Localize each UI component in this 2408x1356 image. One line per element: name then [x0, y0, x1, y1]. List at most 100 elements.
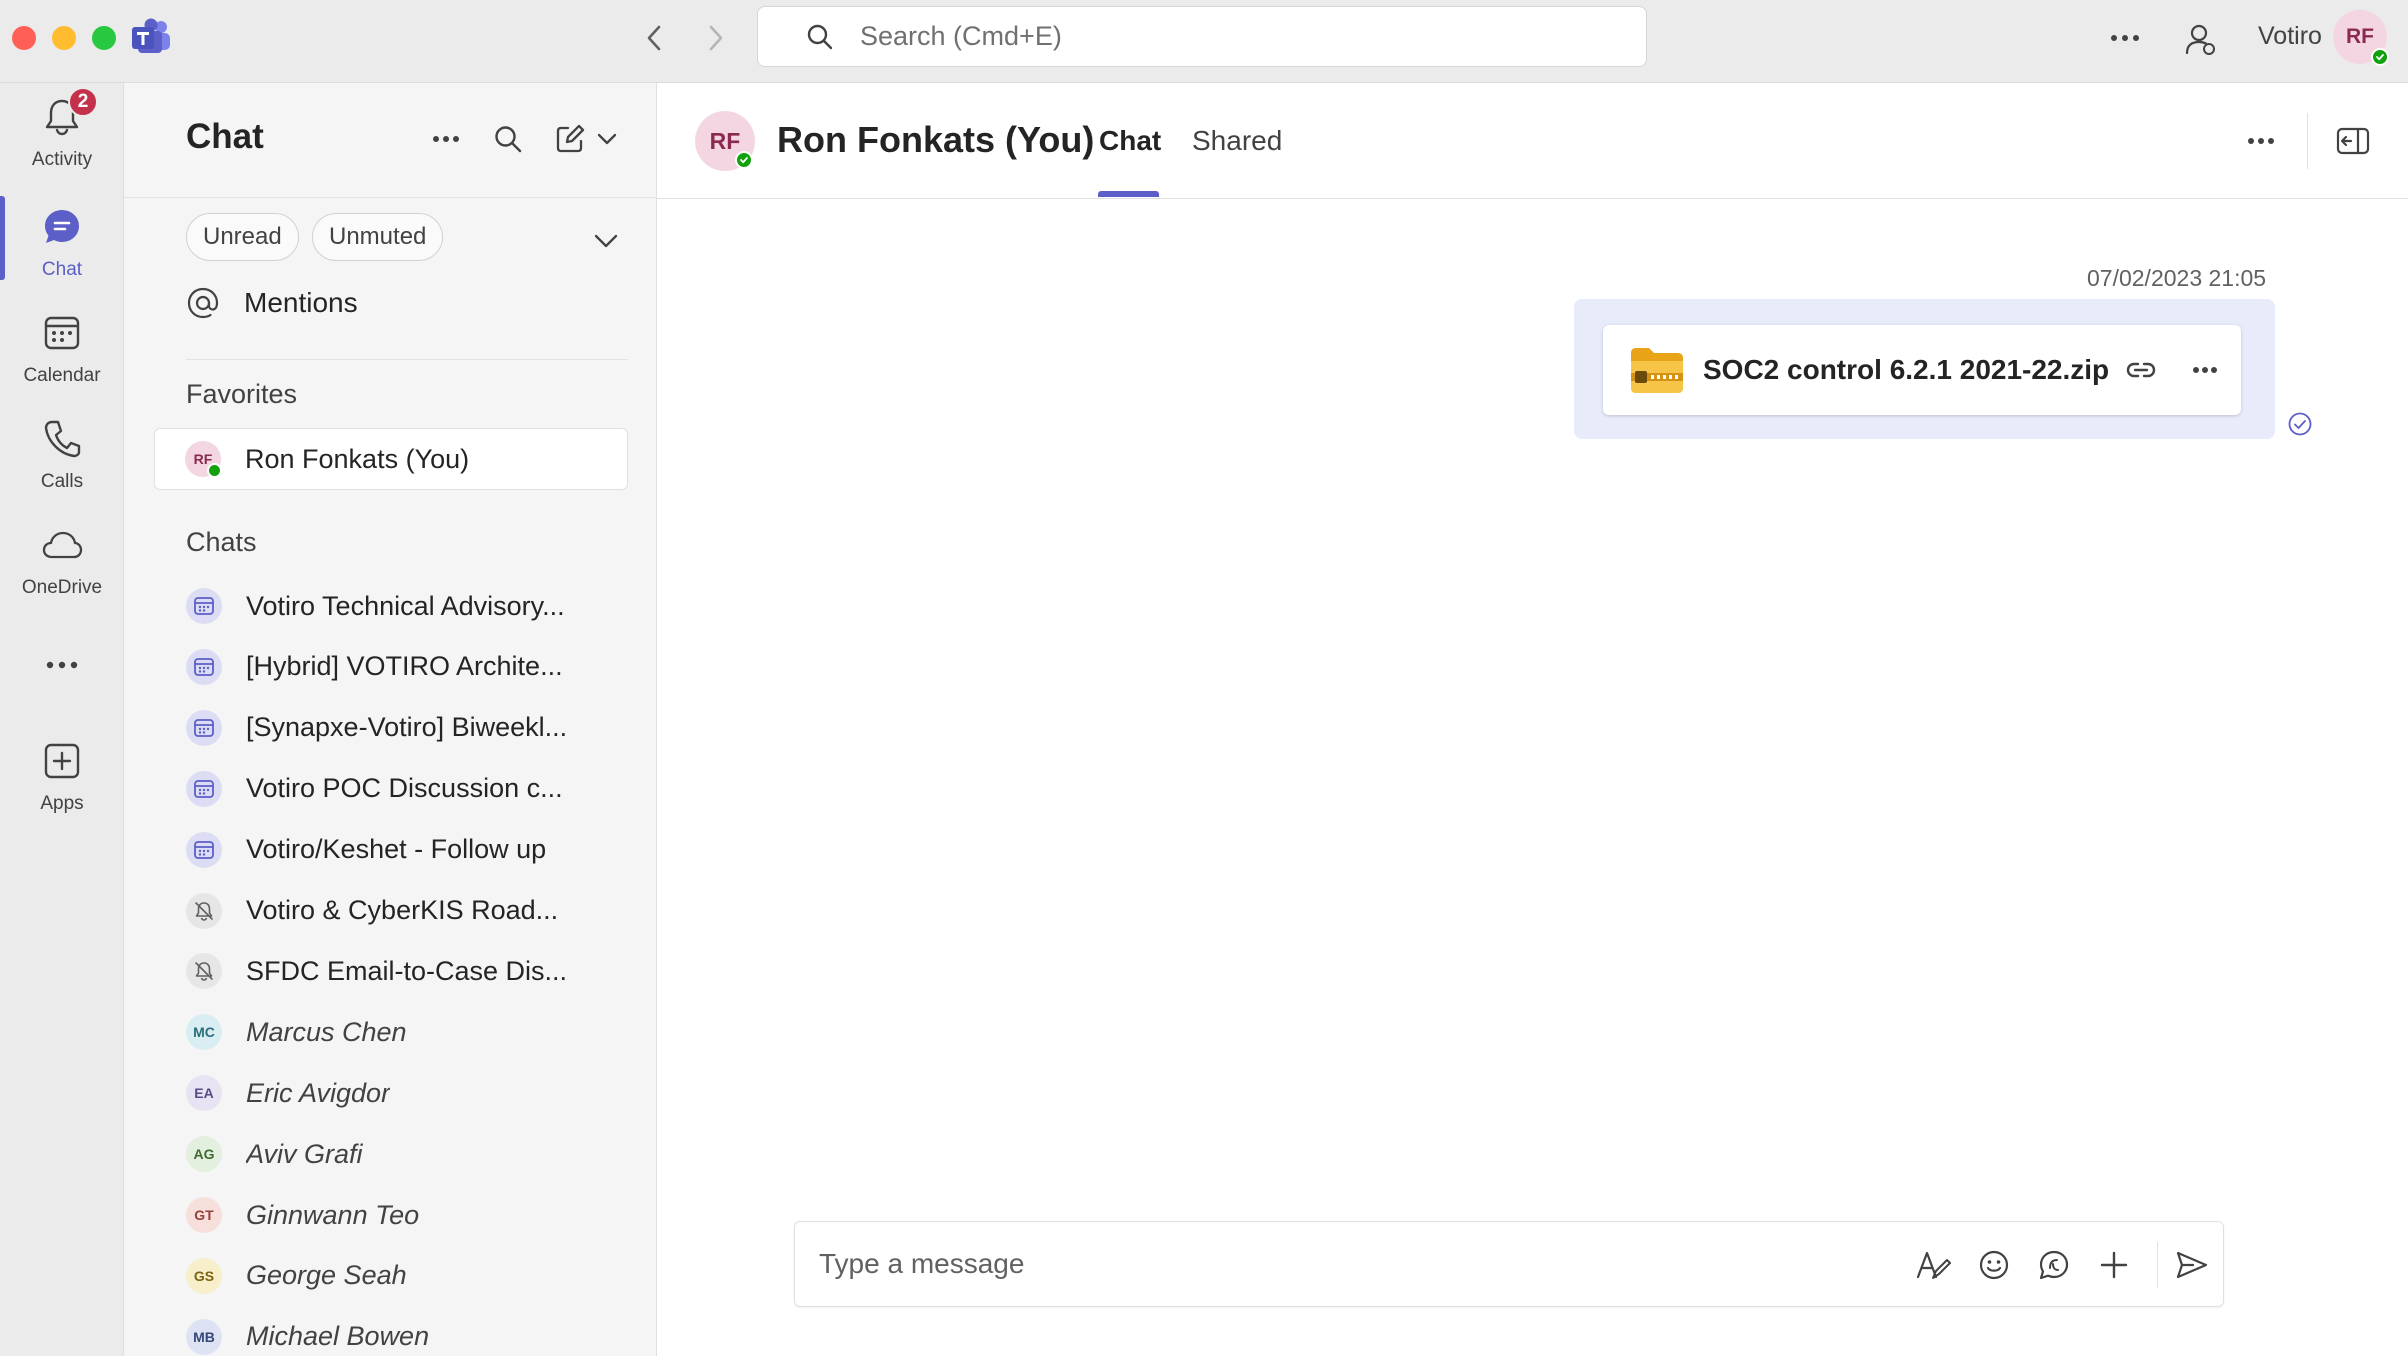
cloud-icon — [40, 523, 84, 567]
chat-item[interactable]: Votiro POC Discussion c... — [186, 763, 628, 815]
sent-check-icon — [2288, 412, 2312, 436]
chat-item[interactable]: GS George Seah — [186, 1250, 628, 1302]
avatar-initials: GT — [194, 1207, 214, 1223]
rail-item-calls[interactable]: Calls — [0, 417, 124, 517]
chat-item-self[interactable]: RF Ron Fonkats (You) — [154, 428, 628, 490]
chat-item[interactable]: Votiro Technical Advisory... — [186, 580, 628, 632]
emoji-button[interactable] — [1971, 1242, 2017, 1288]
chat-item[interactable]: AG Aviv Grafi — [186, 1128, 628, 1180]
rail-item-chat[interactable]: Chat — [0, 205, 124, 305]
meeting-chat-icon — [186, 648, 222, 685]
open-side-panel-button[interactable] — [2331, 119, 2375, 163]
forward-button[interactable] — [694, 16, 738, 60]
organization-name[interactable]: Votiro — [2258, 22, 2322, 51]
chat-item-name: Ginnwann Teo — [246, 1199, 420, 1230]
chat-item[interactable]: SFDC Email-to-Case Dis... — [186, 945, 628, 997]
actions-and-apps-button[interactable] — [2091, 1242, 2137, 1288]
format-button[interactable] — [1910, 1242, 1956, 1288]
rail-item-calendar[interactable]: Calendar — [0, 311, 124, 411]
new-chat-button[interactable] — [548, 117, 592, 161]
conversation-more-button[interactable] — [2239, 119, 2283, 163]
mentions-label: Mentions — [244, 287, 358, 318]
filter-unmuted-button[interactable]: Unmuted — [312, 213, 444, 261]
side-panel-icon — [2336, 127, 2370, 155]
send-icon — [2176, 1251, 2208, 1279]
presence-available-icon — [2371, 48, 2389, 66]
chat-icon — [40, 205, 84, 249]
search-input[interactable] — [860, 21, 1560, 52]
rail-label: Calendar — [23, 365, 101, 386]
chat-item[interactable]: GT Ginnwann Teo — [186, 1189, 628, 1241]
chat-item[interactable]: EA Eric Avigdor — [186, 1067, 628, 1119]
chat-list-more-button[interactable] — [424, 117, 468, 161]
favorites-header[interactable]: Favorites — [186, 379, 297, 410]
chat-item[interactable]: Votiro & CyberKIS Road... — [186, 885, 628, 937]
chat-filter-search-button[interactable] — [486, 117, 530, 161]
muted-bell-icon — [186, 953, 222, 990]
message-input[interactable] — [819, 1244, 1819, 1284]
loop-component-button[interactable] — [2031, 1242, 2077, 1288]
avatar-initials: RF — [709, 127, 741, 154]
avatar: MC — [186, 1014, 222, 1051]
chat-item[interactable]: [Synapxe-Votiro] Biweekl... — [186, 702, 628, 754]
file-attachment-card[interactable]: SOC2 control 6.2.1 2021-22.zip — [1603, 325, 2241, 415]
rail-item-apps[interactable]: Apps — [0, 739, 124, 839]
presence-available-icon — [207, 463, 222, 478]
chat-item[interactable]: Votiro/Keshet - Follow up — [186, 824, 628, 876]
chat-item-name: Michael Bowen — [246, 1321, 430, 1352]
send-button[interactable] — [2169, 1242, 2215, 1288]
chat-item-name: Votiro POC Discussion c... — [246, 773, 563, 804]
divider — [2157, 1242, 2158, 1288]
activity-badge: 2 — [68, 87, 98, 117]
filter-unread-button[interactable]: Unread — [186, 213, 299, 261]
window-zoom-button[interactable] — [92, 26, 116, 50]
avatar: GS — [186, 1257, 222, 1294]
rail-item-onedrive[interactable]: OneDrive — [0, 523, 124, 623]
search-bar[interactable] — [757, 6, 1647, 67]
filters-expand-button[interactable] — [584, 219, 628, 263]
people-settings-icon — [2185, 24, 2215, 55]
message-bubble[interactable]: SOC2 control 6.2.1 2021-22.zip — [1574, 299, 2275, 439]
chat-item-name: Aviv Grafi — [246, 1138, 363, 1169]
message-composer[interactable] — [794, 1221, 2224, 1307]
window-close-button[interactable] — [12, 26, 36, 50]
chat-item[interactable]: MC Marcus Chen — [186, 1006, 628, 1058]
rail-label: Chat — [41, 259, 83, 280]
meeting-chat-icon — [186, 709, 222, 746]
message-timestamp: 07/02/2023 21:05 — [2087, 265, 2267, 291]
chat-item-name: Votiro/Keshet - Follow up — [246, 834, 547, 865]
window-minimize-button[interactable] — [52, 26, 76, 50]
chat-item-name: [Synapxe-Votiro] Biweekl... — [246, 712, 568, 743]
chat-item-name: George Seah — [246, 1260, 407, 1291]
avatar: RF — [185, 441, 222, 478]
conversation-title: Ron Fonkats (You) — [777, 119, 1095, 160]
chats-header[interactable]: Chats — [186, 527, 257, 558]
avatar-initials: AG — [193, 1146, 215, 1163]
rail-item-activity[interactable]: 2 Activity — [0, 87, 124, 195]
tab-chat[interactable]: Chat — [1099, 125, 1161, 157]
avatar-initials: MB — [193, 1328, 215, 1345]
divider — [2307, 113, 2308, 169]
more-horizontal-icon — [433, 136, 459, 142]
back-button[interactable] — [632, 16, 676, 60]
chat-item[interactable]: MB Michael Bowen — [186, 1311, 628, 1356]
profile-avatar[interactable]: RF — [2333, 10, 2389, 66]
add-app-icon — [40, 739, 84, 783]
copy-link-button[interactable] — [2123, 352, 2159, 388]
avatar-initials: GS — [193, 1267, 215, 1284]
avatar[interactable]: RF — [695, 111, 755, 171]
tab-shared[interactable]: Shared — [1192, 125, 1282, 157]
file-name[interactable]: SOC2 control 6.2.1 2021-22.zip — [1703, 354, 2109, 386]
rail-more-apps-button[interactable] — [0, 643, 124, 693]
manage-people-button[interactable] — [2175, 14, 2225, 64]
search-icon — [495, 126, 522, 153]
rail-label: Calls — [40, 471, 84, 492]
chat-item-name: SFDC Email-to-Case Dis... — [246, 955, 568, 986]
avatar-initials: MC — [193, 1024, 215, 1041]
new-chat-options-button[interactable] — [592, 117, 622, 161]
file-more-options-button[interactable] — [2183, 348, 2227, 392]
avatar: EA — [186, 1075, 222, 1112]
settings-more-button[interactable] — [2100, 16, 2150, 60]
chat-item[interactable]: [Hybrid] VOTIRO Archite... — [186, 641, 628, 693]
mentions-item[interactable]: Mentions — [186, 279, 358, 327]
